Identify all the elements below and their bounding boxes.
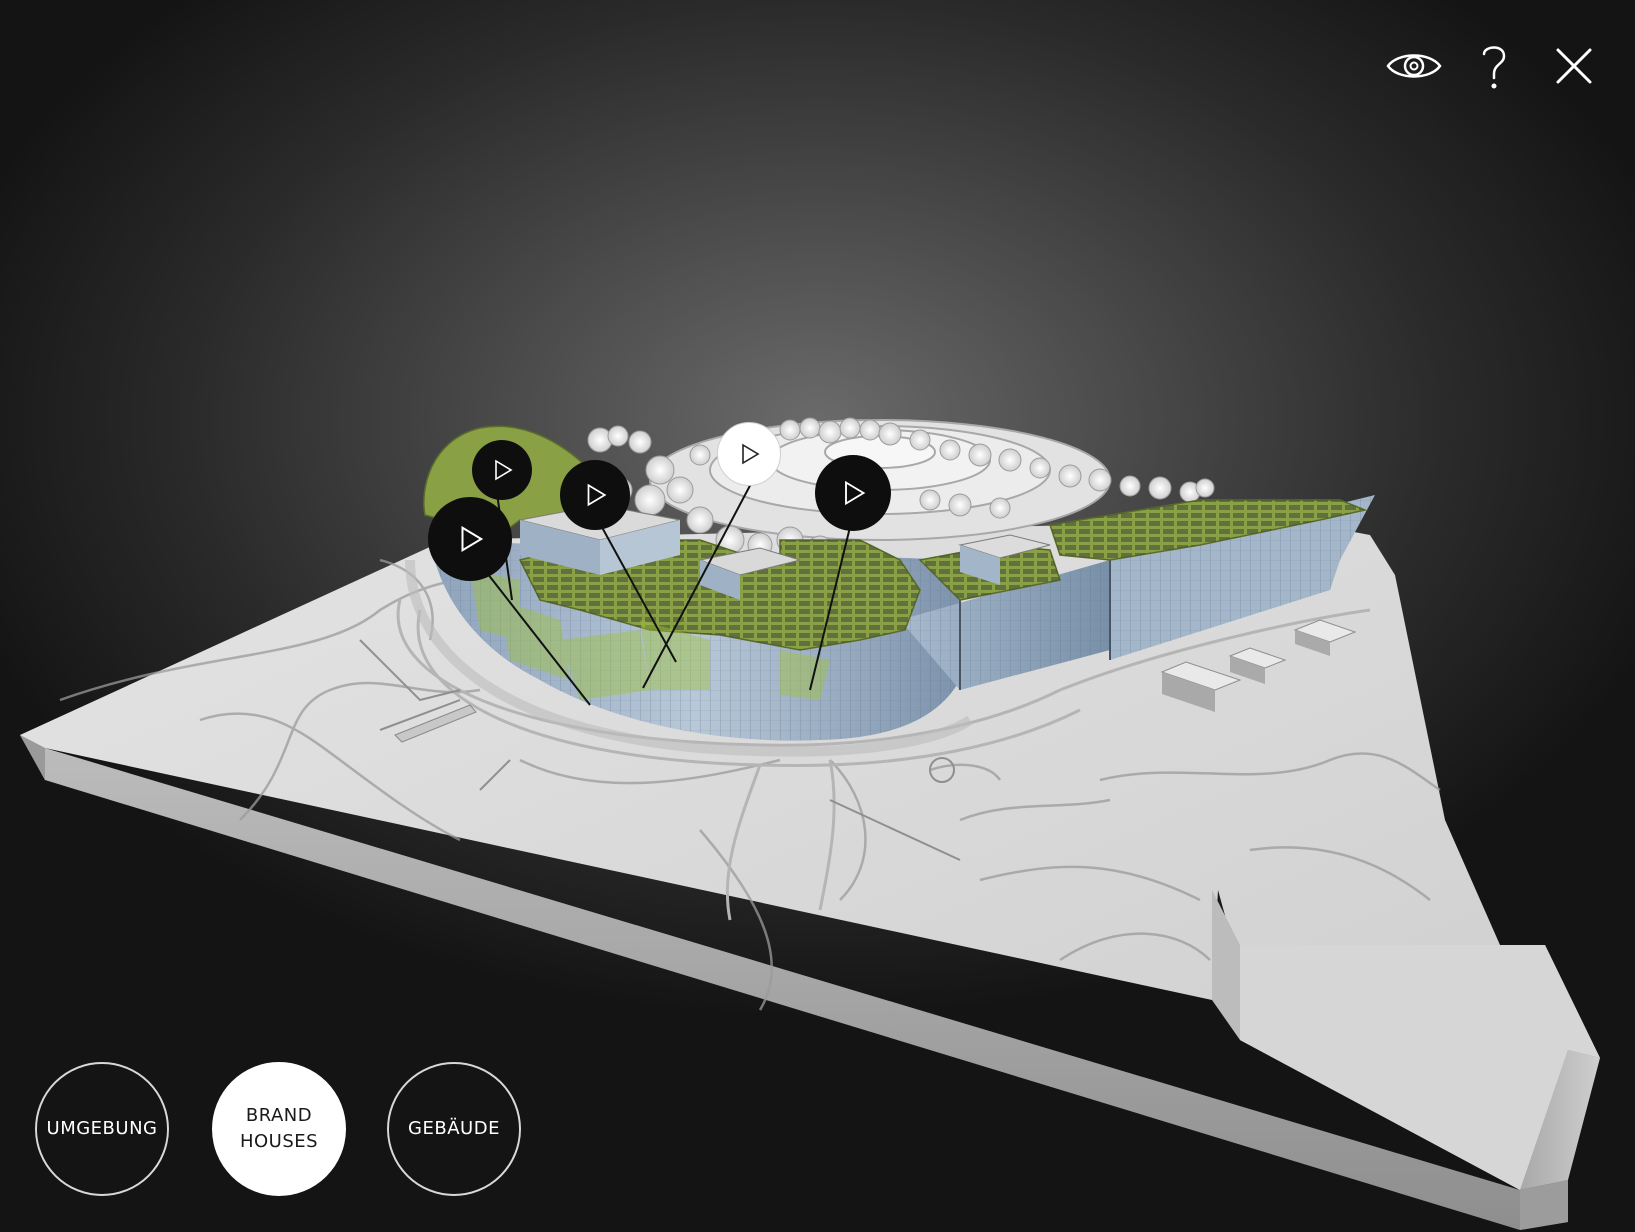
mode-label-umgebung: UMGEBUNG <box>46 1118 158 1139</box>
mode-button-brand-houses[interactable]: BRAND HOUSES <box>212 1062 346 1196</box>
visibility-button[interactable] <box>1382 34 1446 98</box>
building-model-3d[interactable] <box>0 0 1635 1232</box>
hotspot-play-3[interactable] <box>560 460 630 530</box>
play-icon <box>587 483 607 507</box>
play-icon <box>495 459 513 481</box>
mode-button-umgebung[interactable]: UMGEBUNG <box>35 1062 169 1196</box>
mode-label-gebaeude: GEBÄUDE <box>408 1118 500 1139</box>
model-viewer[interactable]: UMGEBUNG BRAND HOUSES GEBÄUDE <box>0 0 1635 1232</box>
play-icon <box>461 525 484 553</box>
eye-icon <box>1386 54 1442 78</box>
help-button[interactable] <box>1462 34 1526 98</box>
play-icon <box>742 443 760 465</box>
hotspot-play-2[interactable] <box>428 497 512 581</box>
close-button[interactable] <box>1542 34 1606 98</box>
mode-button-gebaeude[interactable]: GEBÄUDE <box>387 1062 521 1196</box>
question-icon <box>1482 46 1506 89</box>
hotspot-play-5[interactable] <box>815 455 891 531</box>
close-icon <box>1556 48 1592 84</box>
play-icon <box>845 480 866 506</box>
hotspot-play-1[interactable] <box>472 440 532 500</box>
mode-label-brand-houses: BRAND HOUSES <box>239 1105 319 1152</box>
hotspot-play-4-active[interactable] <box>717 422 781 486</box>
